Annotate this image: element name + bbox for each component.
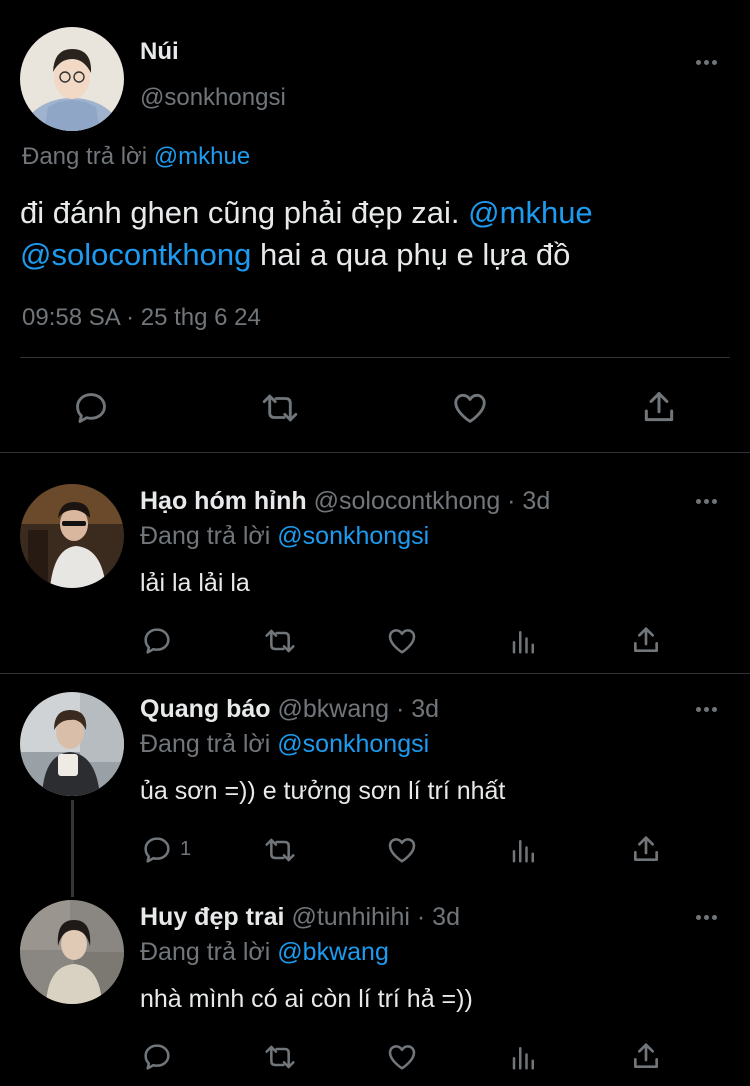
author-handle[interactable]: @sonkhongsi — [140, 84, 286, 112]
divider — [0, 452, 750, 453]
reply-author-handle[interactable]: @solocontkhong · 3d — [314, 487, 551, 515]
like-icon[interactable] — [385, 625, 419, 657]
like-icon[interactable] — [450, 389, 490, 427]
reply-author-name[interactable]: Hạo hóm hỉnh — [140, 487, 307, 515]
mention-link[interactable]: @solocontkhong — [20, 237, 251, 272]
views-icon[interactable] — [509, 1041, 539, 1073]
reply-text: nhà mình có ai còn lí trí hả =)) — [140, 985, 473, 1013]
reply-context: Đang trả lời @bkwang — [140, 938, 389, 967]
like-icon[interactable] — [385, 1041, 419, 1073]
views-icon[interactable] — [509, 625, 539, 657]
reply-text: ủa sơn =)) e tưởng sơn lí trí nhất — [140, 777, 506, 805]
reply-icon[interactable] — [141, 834, 173, 866]
reply-to-mention[interactable]: @sonkhongsi — [277, 730, 429, 758]
thread-line — [71, 800, 74, 897]
author-name[interactable]: Núi — [140, 38, 179, 66]
retweet-icon[interactable] — [262, 1041, 298, 1073]
reply-header: Hạo hóm hỉnh @solocontkhong · 3d — [140, 487, 550, 516]
reply-icon[interactable] — [141, 625, 173, 657]
more-options-icon[interactable] — [696, 499, 717, 504]
reply-prefix: Đang trả lời — [140, 522, 271, 550]
reply-icon[interactable] — [141, 1041, 173, 1073]
mention-link[interactable]: @mkhue — [468, 195, 593, 230]
reply-author-handle[interactable]: @tunhihihi · 3d — [291, 903, 460, 931]
reply-text: lải la lải la — [140, 569, 250, 597]
share-icon[interactable] — [640, 388, 678, 426]
reply-prefix: Đang trả lời — [140, 938, 271, 966]
reply-avatar[interactable] — [20, 900, 124, 1004]
reply-author-name[interactable]: Quang báo — [140, 695, 271, 723]
more-options-icon[interactable] — [696, 707, 717, 712]
reply-count: 1 — [180, 838, 192, 860]
retweet-icon[interactable] — [262, 625, 298, 657]
reply-prefix: Đang trả lời — [140, 730, 271, 758]
share-icon[interactable] — [630, 624, 662, 656]
share-icon[interactable] — [630, 833, 662, 865]
reply-to-mention[interactable]: @sonkhongsi — [277, 522, 429, 550]
like-icon[interactable] — [385, 834, 419, 866]
divider — [20, 357, 730, 358]
tweet-text: đi đánh ghen cũng phải đẹp zai. @mkhue @… — [20, 192, 730, 276]
more-options-icon[interactable] — [696, 60, 717, 65]
reply-prefix: Đang trả lời — [22, 143, 148, 170]
retweet-icon[interactable] — [262, 834, 298, 866]
retweet-icon[interactable] — [259, 389, 301, 427]
more-options-icon[interactable] — [696, 915, 717, 920]
reply-to-mention[interactable]: @mkhue — [154, 143, 250, 170]
reply-context: Đang trả lời @sonkhongsi — [140, 522, 429, 551]
tweet-text-part-b: hai a qua phụ e lựa đồ — [260, 237, 571, 272]
reply-context: Đang trả lời @mkhue — [22, 143, 250, 171]
reply-author-handle[interactable]: @bkwang · 3d — [278, 695, 440, 723]
tweet-timestamp[interactable]: 09:58 SA · 25 thg 6 24 — [22, 304, 261, 332]
reply-header: Huy đẹp trai @tunhihihi · 3d — [140, 903, 460, 932]
reply-icon[interactable] — [72, 389, 110, 427]
reply-avatar[interactable] — [20, 692, 124, 796]
reply-header: Quang báo @bkwang · 3d — [140, 695, 439, 724]
reply-context: Đang trả lời @sonkhongsi — [140, 730, 429, 759]
views-icon[interactable] — [509, 834, 539, 866]
tweet-text-part-a: đi đánh ghen cũng phải đẹp zai. — [20, 195, 460, 230]
reply-author-name[interactable]: Huy đẹp trai — [140, 903, 284, 931]
reply-avatar[interactable] — [20, 484, 124, 588]
reply-to-mention[interactable]: @bkwang — [277, 938, 389, 966]
divider — [0, 673, 750, 674]
author-avatar[interactable] — [20, 27, 124, 131]
share-icon[interactable] — [630, 1040, 662, 1072]
